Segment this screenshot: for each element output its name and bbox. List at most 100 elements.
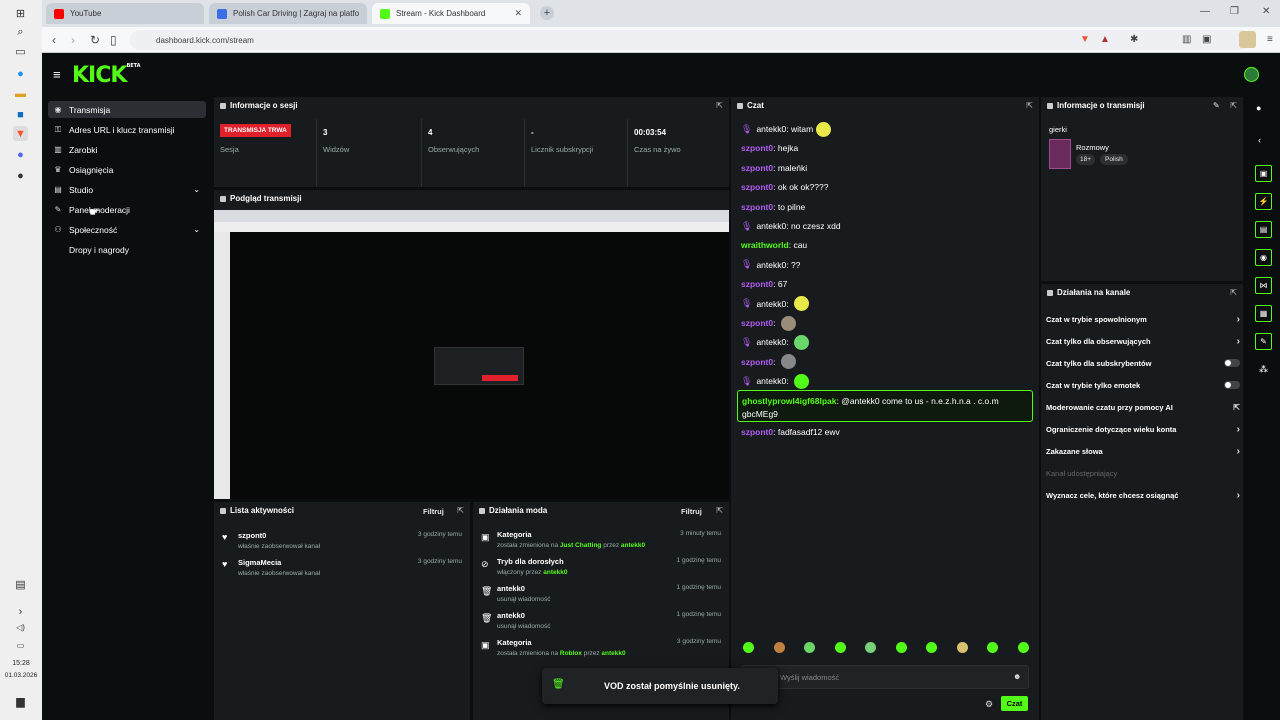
chat-username[interactable]: antekk0 — [756, 299, 786, 309]
mod-action-highlight[interactable]: Just Chatting — [560, 542, 602, 549]
link-icon[interactable]: ⋈ — [1255, 277, 1272, 294]
chat-emote[interactable] — [780, 315, 796, 331]
sidebar-item-zarobki[interactable]: ▥ Zarobki — [48, 141, 206, 158]
user-avatar[interactable] — [1244, 67, 1259, 82]
chat-message[interactable]: szpont0: fadfasadf12 ewv — [741, 427, 840, 437]
menu-icon[interactable]: ≡ — [1267, 34, 1273, 45]
sidebar-item-transmisja[interactable]: ◉ Transmisja — [48, 101, 206, 118]
popout-icon[interactable]: ⇱ — [457, 506, 464, 515]
chevron-left-icon[interactable]: ‹ — [1258, 135, 1261, 145]
new-tab-button[interactable]: + — [540, 6, 554, 20]
keyboard-icon[interactable]: ▤ — [13, 577, 28, 592]
sidebar-toggle-icon[interactable]: ▥ — [1182, 34, 1191, 45]
chevron-up-icon[interactable]: › — [13, 604, 28, 619]
quick-emote-icon[interactable] — [926, 642, 937, 653]
obs-icon[interactable]: ● — [13, 168, 28, 183]
brave-shield-icon[interactable]: ▼ — [1080, 34, 1090, 45]
brave-rewards-icon[interactable]: ▲ — [1100, 34, 1110, 45]
back-icon[interactable]: ‹ — [52, 33, 56, 47]
chat-message[interactable]: szpont0: 67 — [741, 276, 787, 292]
discord-icon[interactable]: ● — [13, 147, 28, 162]
mod-action-highlight[interactable]: Roblox — [560, 650, 582, 657]
clock-date[interactable]: 01.03.2026 — [0, 672, 42, 679]
chat-message[interactable]: 🎙 antekk0: — [741, 334, 809, 350]
chat-message[interactable]: 🎙 antekk0: — [741, 296, 809, 312]
lightning-icon[interactable]: ⚡ — [1255, 193, 1272, 210]
quick-action-icon[interactable]: ▣ — [1255, 165, 1272, 182]
popout-icon[interactable]: ⇱ — [1230, 288, 1237, 297]
chat-username[interactable]: ghostlyprowl4igf68lpak — [742, 396, 836, 406]
quick-emote-icon[interactable] — [865, 642, 876, 653]
channel-action-row[interactable]: Moderowanie czatu przy pomocy AI ⇱ — [1046, 402, 1240, 412]
chat-emote[interactable] — [793, 296, 809, 312]
category-name[interactable]: Rozmowy — [1076, 143, 1109, 152]
minimize-icon[interactable]: — — [1200, 6, 1210, 17]
windows-start-icon[interactable]: ⊞ — [13, 6, 28, 21]
channel-action-row[interactable]: Czat tylko dla subskrybentów — [1046, 358, 1240, 368]
chat-username[interactable]: antekk0 — [756, 221, 786, 231]
tab-kick-dashboard[interactable]: Stream - Kick Dashboard ✕ — [372, 3, 530, 24]
chat-input[interactable]: Wyślij wiadomość ☻ — [741, 665, 1029, 689]
edge-icon[interactable]: ● — [13, 66, 28, 81]
volume-icon[interactable]: ◁) — [13, 620, 28, 635]
chat-message[interactable]: szpont0: maleńki — [741, 160, 807, 176]
profile-avatar[interactable] — [1239, 31, 1256, 48]
files-icon[interactable]: ▬ — [13, 86, 28, 101]
mod-action-user[interactable]: antekk0 — [601, 650, 625, 657]
tab-youtube[interactable]: YouTube — [46, 3, 204, 24]
sidebar-item-dropy[interactable]: Dropy i nagrody — [48, 241, 206, 258]
quick-emote-icon[interactable] — [804, 642, 815, 653]
sidebar-item-panel-moderacji[interactable]: ✎ Panel moderacji — [48, 201, 206, 218]
document-icon[interactable]: ▤ — [1255, 221, 1272, 238]
channel-action-row[interactable]: Czat tylko dla obserwujących › — [1046, 336, 1240, 347]
search-icon[interactable]: ⌕ — [13, 25, 28, 40]
channel-action-row[interactable]: Zakazane słowa › — [1046, 446, 1240, 457]
restore-icon[interactable]: ❐ — [1230, 6, 1239, 17]
chat-username[interactable]: szpont0 — [741, 202, 773, 212]
chat-username[interactable]: antekk0 — [756, 124, 786, 134]
chat-username[interactable]: antekk0 — [756, 260, 786, 270]
chat-username[interactable]: szpont0 — [741, 318, 773, 328]
quick-emote-icon[interactable] — [834, 642, 846, 653]
channel-action-row[interactable]: Wyznacz cele, które chcesz osiągnąć › — [1046, 490, 1240, 501]
chat-emote[interactable] — [793, 334, 809, 350]
chat-message[interactable]: 🎙 antekk0: ?? — [741, 257, 800, 273]
mod-action-user[interactable]: antekk0 — [621, 542, 645, 549]
quick-emote-icon[interactable] — [773, 642, 785, 653]
notification-icon[interactable]: ▆ — [13, 694, 28, 709]
chat-username[interactable]: szpont0 — [741, 357, 773, 367]
quick-emote-icon[interactable] — [743, 642, 754, 653]
chat-username[interactable]: wraithworld — [741, 240, 789, 250]
brave-icon[interactable]: ▼ — [13, 126, 28, 141]
chat-emote[interactable] — [793, 373, 809, 389]
channel-action-row[interactable]: Czat w trybie tylko emotek — [1046, 380, 1240, 390]
popout-icon[interactable]: ⇱ — [1026, 101, 1033, 110]
chat-emote[interactable] — [780, 354, 796, 370]
hamburger-menu-icon[interactable]: ≡ — [53, 67, 61, 82]
app-icon[interactable]: ■ — [13, 107, 28, 122]
chat-message-highlighted[interactable]: ghostlyprowl4igf68lpak: @antekk0 come to… — [737, 390, 1033, 422]
chat-message[interactable]: szpont0: — [741, 354, 796, 370]
add-widget-icon[interactable]: ⁂ — [1259, 364, 1268, 375]
close-window-icon[interactable]: ✕ — [1262, 6, 1270, 17]
clock-time[interactable]: 15:28 — [6, 660, 36, 667]
sidebar-item-spolecznosc[interactable]: ⚇ Społeczność ⌄ — [48, 221, 206, 238]
close-tab-icon[interactable]: ✕ — [514, 8, 522, 19]
chat-username[interactable]: szpont0 — [741, 182, 773, 192]
bookmark-icon[interactable]: ▯ — [110, 33, 117, 47]
kick-logo[interactable]: KICKBETA — [72, 63, 141, 88]
tab-polish-car-driving[interactable]: Polish Car Driving | Zagraj na platfor — [209, 3, 367, 24]
network-icon[interactable]: ▭ — [13, 638, 28, 653]
reload-icon[interactable]: ↻ — [90, 33, 100, 47]
chat-bubble-icon[interactable]: ◉ — [1255, 249, 1272, 266]
mod-action-user[interactable]: antekk0 — [543, 569, 567, 576]
category-thumbnail[interactable] — [1049, 139, 1071, 169]
quick-emote-icon[interactable] — [956, 642, 968, 653]
chat-message[interactable]: szpont0: ok ok ok???? — [741, 179, 828, 195]
emoji-icon[interactable]: ☻ — [1013, 672, 1021, 681]
stream-preview-video[interactable] — [214, 210, 729, 499]
extensions-icon[interactable]: ✱ — [1130, 34, 1138, 45]
channel-action-row[interactable]: Ograniczenie dotyczące wieku konta › — [1046, 424, 1240, 435]
task-view-icon[interactable]: ▭ — [13, 44, 28, 59]
chat-username[interactable]: antekk0 — [756, 337, 786, 347]
